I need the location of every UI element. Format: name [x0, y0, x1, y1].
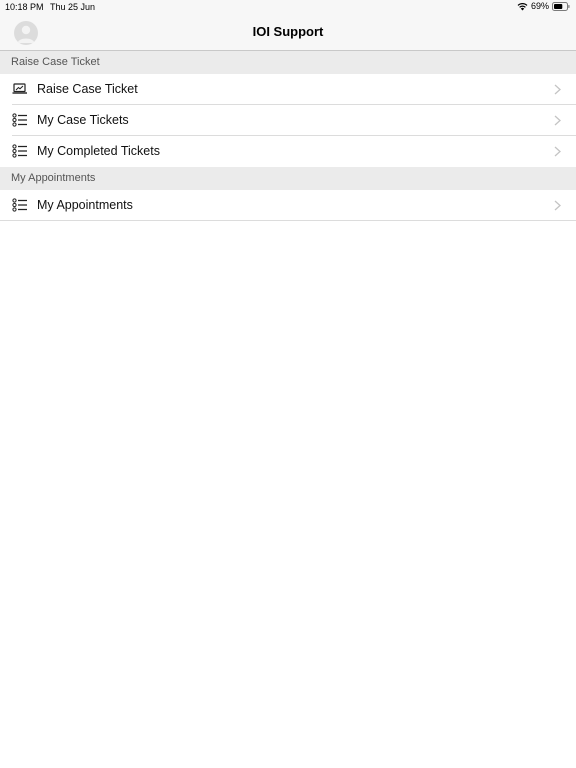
- navigation-bar: IOI Support: [0, 14, 576, 51]
- section-header-my-appointments: My Appointments: [0, 167, 576, 190]
- status-time: 10:18 PM: [5, 2, 44, 12]
- row-label: Raise Case Ticket: [37, 82, 138, 96]
- page-title: IOI Support: [252, 24, 324, 39]
- list-icon: [12, 113, 27, 127]
- wifi-icon: [517, 2, 528, 10]
- row-raise-case-ticket[interactable]: Raise Case Ticket: [0, 74, 576, 105]
- list-icon: [12, 198, 27, 212]
- row-my-case-tickets[interactable]: My Case Tickets: [0, 105, 576, 136]
- laptop-icon: [12, 83, 27, 94]
- row-my-completed-tickets[interactable]: My Completed Tickets: [0, 136, 576, 167]
- row-label: My Completed Tickets: [37, 144, 160, 158]
- row-divider: [0, 220, 576, 221]
- row-my-appointments[interactable]: My Appointments: [0, 190, 576, 221]
- row-label: My Appointments: [37, 198, 133, 212]
- chevron-right-icon: [554, 146, 561, 157]
- status-indicators: 69%: [517, 1, 570, 11]
- chevron-right-icon: [554, 200, 561, 211]
- chevron-right-icon: [554, 115, 561, 126]
- row-label: My Case Tickets: [37, 113, 129, 127]
- battery-icon: [552, 1, 570, 11]
- battery-percent: 69%: [530, 1, 549, 11]
- chevron-right-icon: [554, 84, 561, 95]
- section-header-raise-case-ticket: Raise Case Ticket: [0, 51, 576, 74]
- status-bar: 10:18 PM Thu 25 Jun 69%: [0, 0, 576, 14]
- status-date: Thu 25 Jun: [50, 2, 96, 12]
- list-icon: [12, 144, 27, 158]
